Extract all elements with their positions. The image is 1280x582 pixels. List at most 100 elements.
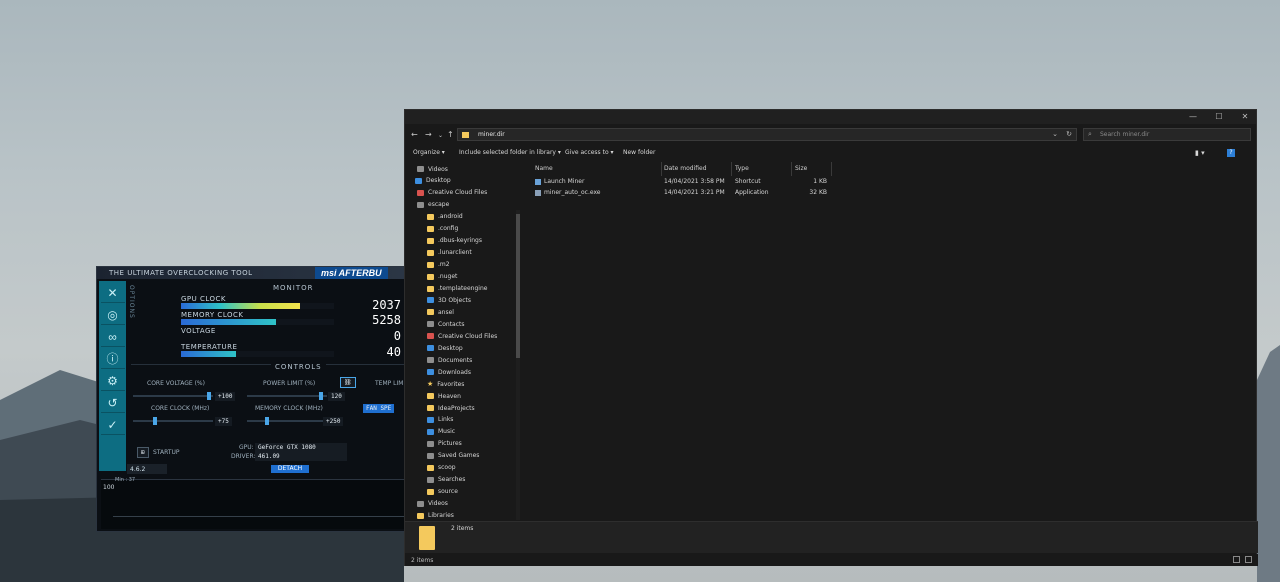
- back-arrow-icon[interactable]: ←: [411, 130, 418, 139]
- nav-item[interactable]: Pictures: [427, 438, 462, 450]
- nav-item[interactable]: Saved Games: [427, 450, 479, 462]
- refresh-icon[interactable]: ↻: [1066, 130, 1072, 138]
- file-row[interactable]: Launch Miner 14/04/2021 3:58 PM Shortcut…: [533, 177, 833, 187]
- core-clock-slider[interactable]: [133, 420, 213, 422]
- nav-item[interactable]: Desktop: [415, 175, 451, 187]
- driver-label: DRIVER:: [231, 453, 256, 460]
- column-separator[interactable]: [731, 162, 732, 176]
- nav-item-label: Creative Cloud Files: [438, 332, 498, 340]
- nav-item[interactable]: Links: [427, 414, 453, 426]
- forward-arrow-icon[interactable]: →: [425, 130, 432, 139]
- nav-item[interactable]: Searches: [427, 474, 465, 486]
- nav-item[interactable]: Desktop: [427, 342, 463, 354]
- nav-item[interactable]: Documents: [427, 354, 472, 366]
- file-date: 14/04/2021 3:58 PM: [664, 178, 725, 185]
- details-view-icon[interactable]: [1233, 556, 1240, 563]
- apply-check-icon[interactable]: ✓: [100, 415, 125, 435]
- power-limit-slider[interactable]: [247, 395, 327, 397]
- memory-clock-slider-knob[interactable]: [265, 417, 269, 425]
- give-access-button[interactable]: Give access to ▾: [565, 149, 614, 156]
- memory-clock-slider[interactable]: [247, 420, 327, 422]
- include-in-library-button[interactable]: Include selected folder in library ▾: [459, 149, 561, 156]
- memory-clock-value: 5258: [372, 313, 401, 327]
- view-options-icon[interactable]: ▮ ▾: [1195, 149, 1205, 157]
- fan-auto-toggle[interactable]: FAN SPE: [363, 404, 395, 413]
- nav-item[interactable]: ansel: [427, 306, 454, 318]
- oc-scanner-icon[interactable]: ◎: [100, 305, 125, 325]
- nav-item[interactable]: source: [427, 486, 458, 498]
- core-clock-value[interactable]: +75: [215, 417, 232, 426]
- column-separator[interactable]: [831, 162, 832, 176]
- settings-gear-icon[interactable]: ⚙: [100, 371, 125, 391]
- up-arrow-icon[interactable]: ↑: [447, 130, 454, 139]
- column-name[interactable]: Name: [535, 165, 553, 172]
- nav-item[interactable]: Creative Cloud Files: [427, 330, 497, 342]
- memory-clock-bar-fill: [181, 319, 276, 325]
- core-voltage-slider-knob[interactable]: [207, 392, 211, 400]
- address-dropdown-icon[interactable]: ⌄: [1052, 130, 1058, 138]
- nav-item-label: .lunarclient: [438, 249, 472, 257]
- info-icon[interactable]: ⓘ: [100, 349, 125, 369]
- maximize-icon[interactable]: ☐: [1211, 112, 1227, 121]
- nav-item[interactable]: scoop: [427, 462, 456, 474]
- nav-item[interactable]: .m2: [427, 259, 450, 271]
- nav-item[interactable]: .config: [427, 223, 458, 235]
- nav-item[interactable]: .dbus-keyrings: [427, 235, 482, 247]
- nav-item[interactable]: Music: [427, 426, 455, 438]
- nav-item[interactable]: .nuget: [427, 271, 457, 283]
- controls-title: CONTROLS: [271, 363, 326, 371]
- temp-limit-label: TEMP LIM: [375, 380, 404, 387]
- large-icons-view-icon[interactable]: [1245, 556, 1252, 563]
- column-size[interactable]: Size: [795, 165, 807, 172]
- link-icon[interactable]: ∞: [100, 327, 125, 347]
- column-type[interactable]: Type: [735, 165, 749, 172]
- close-icon[interactable]: ✕: [1237, 112, 1253, 121]
- column-separator[interactable]: [791, 162, 792, 176]
- address-bar[interactable]: miner.dir ⌄ ↻: [457, 128, 1077, 141]
- help-icon[interactable]: ?: [1227, 149, 1235, 157]
- nav-item[interactable]: Heaven: [427, 390, 461, 402]
- nav-item[interactable]: IdeaProjects: [427, 402, 475, 414]
- nav-item[interactable]: Contacts: [427, 318, 464, 330]
- minimize-icon[interactable]: —: [1185, 112, 1201, 121]
- reset-icon[interactable]: ↺: [100, 393, 125, 413]
- column-separator[interactable]: [661, 162, 662, 176]
- organize-button[interactable]: Organize ▾: [413, 149, 445, 156]
- nav-item[interactable]: .lunarclient: [427, 247, 472, 259]
- new-folder-button[interactable]: New folder: [623, 149, 655, 156]
- voltage-label: VOLTAGE: [181, 327, 216, 335]
- link-toggle-icon[interactable]: ⛓: [340, 377, 356, 388]
- column-date-modified[interactable]: Date modified: [664, 165, 707, 172]
- core-clock-slider-knob[interactable]: [153, 417, 157, 425]
- file-row[interactable]: miner_auto_oc.exe 14/04/2021 3:21 PM App…: [533, 188, 833, 198]
- nav-item[interactable]: ★ Favorites: [427, 378, 464, 390]
- kombustor-icon[interactable]: ✕: [100, 283, 125, 303]
- nav-item-label: source: [438, 488, 458, 496]
- power-limit-value[interactable]: 120: [328, 392, 345, 401]
- nav-item[interactable]: .android: [427, 211, 463, 223]
- windows-startup-icon[interactable]: ⊞: [137, 447, 149, 458]
- memory-clock-ctrl-value[interactable]: +250: [323, 417, 344, 426]
- nav-item[interactable]: .templateengine: [427, 283, 487, 295]
- nav-scrollbar-thumb[interactable]: [516, 214, 520, 358]
- folder-icon: [427, 393, 434, 400]
- nav-item[interactable]: Videos: [417, 163, 448, 175]
- nav-item[interactable]: Creative Cloud Files: [417, 187, 487, 199]
- recent-locations-chevron-icon[interactable]: ⌄: [438, 132, 443, 139]
- nav-item[interactable]: 3D Objects: [427, 294, 471, 306]
- file-type: Shortcut: [735, 178, 761, 185]
- temperature-label: TEMPERATURE: [181, 343, 238, 351]
- options-label: OPTIONS: [128, 285, 135, 319]
- power-limit-slider-knob[interactable]: [319, 392, 323, 400]
- nav-item[interactable]: Videos: [417, 498, 448, 510]
- core-voltage-slider[interactable]: [133, 395, 213, 397]
- detach-button[interactable]: DETACH: [271, 465, 309, 473]
- nav-item[interactable]: escape: [417, 199, 449, 211]
- nav-item[interactable]: Downloads: [427, 366, 471, 378]
- file-date: 14/04/2021 3:21 PM: [664, 189, 725, 196]
- search-box[interactable]: ⌕ Search miner.dir: [1083, 128, 1251, 141]
- nav-item[interactable]: Libraries: [417, 510, 454, 520]
- msi-afterburner-logo: msi AFTERBU: [315, 267, 388, 279]
- core-voltage-value[interactable]: +100: [215, 392, 236, 401]
- application-icon: [535, 190, 541, 196]
